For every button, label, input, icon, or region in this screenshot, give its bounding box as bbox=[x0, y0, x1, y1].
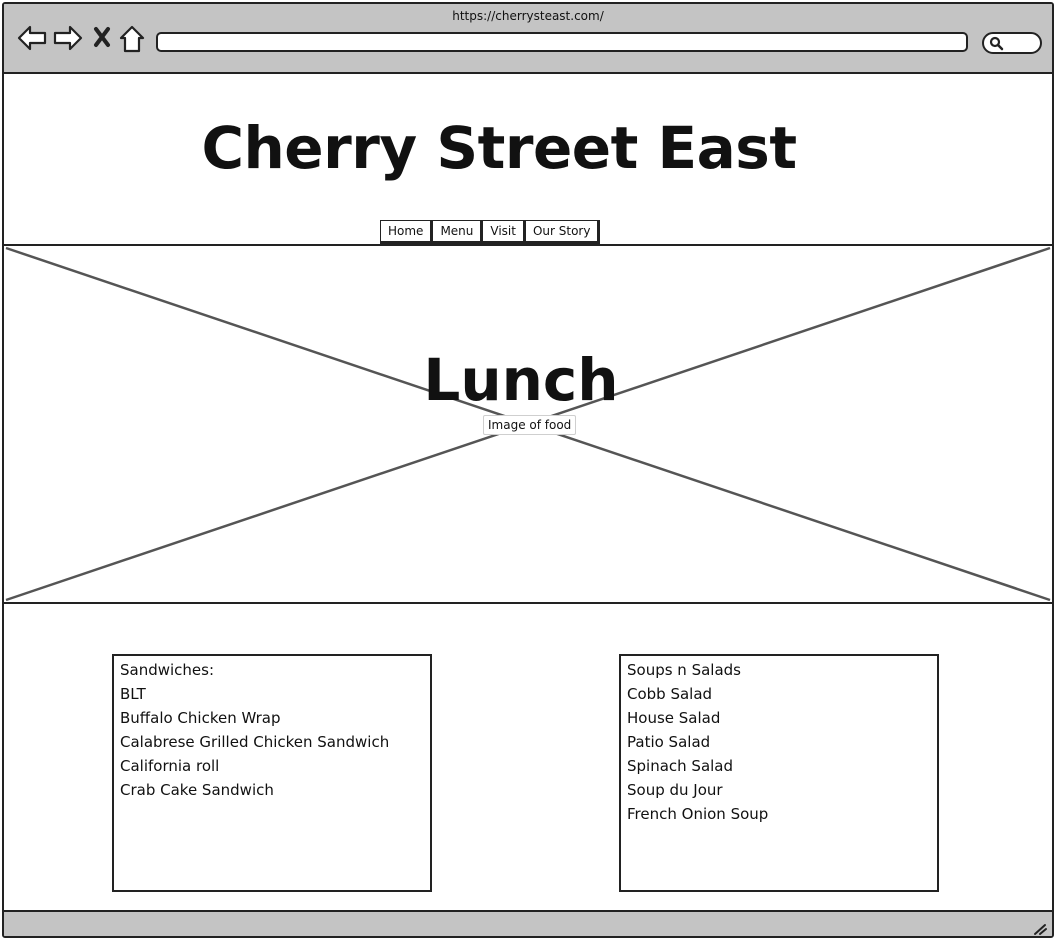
menu-item: Cobb Salad bbox=[627, 685, 713, 703]
address-bar[interactable] bbox=[156, 32, 968, 52]
close-icon[interactable] bbox=[92, 24, 112, 50]
page-header: Cherry Street East Home Menu Visit Our S… bbox=[4, 74, 1052, 246]
menu-heading: Sandwiches: bbox=[120, 661, 215, 679]
menu-item: BLT bbox=[120, 685, 146, 703]
menu-item: California roll bbox=[120, 757, 220, 775]
menu-item: French Onion Soup bbox=[627, 805, 769, 823]
menu-item: Crab Cake Sandwich bbox=[120, 781, 274, 799]
nav-our-story-button[interactable]: Our Story bbox=[524, 220, 599, 242]
nav-menu-button[interactable]: Menu bbox=[432, 220, 482, 242]
back-arrow-icon[interactable] bbox=[16, 24, 48, 52]
menu-item: Buffalo Chicken Wrap bbox=[120, 709, 281, 727]
home-icon[interactable] bbox=[118, 24, 146, 54]
browser-toolbar: https://cherrysteast.com/ bbox=[4, 4, 1052, 74]
nav-home-button[interactable]: Home bbox=[380, 220, 432, 242]
search-icon bbox=[989, 36, 1004, 51]
menu-item: House Salad bbox=[627, 709, 721, 727]
search-box[interactable] bbox=[982, 32, 1042, 54]
hero-title: Lunch bbox=[423, 346, 619, 414]
menu-item: Spinach Salad bbox=[627, 757, 734, 775]
hero-caption: Image of food bbox=[483, 415, 577, 435]
site-title: Cherry Street East bbox=[201, 114, 797, 182]
soups-salads-menu: Soups n Salads Cobb Salad House Salad Pa… bbox=[619, 654, 939, 892]
menu-item: Calabrese Grilled Chicken Sandwich bbox=[120, 733, 390, 751]
menu-item: Soup du Jour bbox=[627, 781, 723, 799]
hero-image-placeholder: Lunch Image of food bbox=[4, 246, 1052, 604]
url-text: https://cherrysteast.com/ bbox=[452, 9, 604, 23]
main-nav: Home Menu Visit Our Story bbox=[380, 220, 601, 244]
forward-arrow-icon[interactable] bbox=[52, 24, 84, 52]
browser-window: https://cherrysteast.com/ Cherry Street … bbox=[2, 2, 1054, 938]
nav-visit-button[interactable]: Visit bbox=[482, 220, 524, 242]
status-bar bbox=[4, 910, 1052, 936]
menu-item: Patio Salad bbox=[627, 733, 711, 751]
menu-heading: Soups n Salads bbox=[627, 661, 741, 679]
resize-grip-icon[interactable] bbox=[1032, 922, 1048, 936]
sandwiches-menu: Sandwiches: BLT Buffalo Chicken Wrap Cal… bbox=[112, 654, 432, 892]
